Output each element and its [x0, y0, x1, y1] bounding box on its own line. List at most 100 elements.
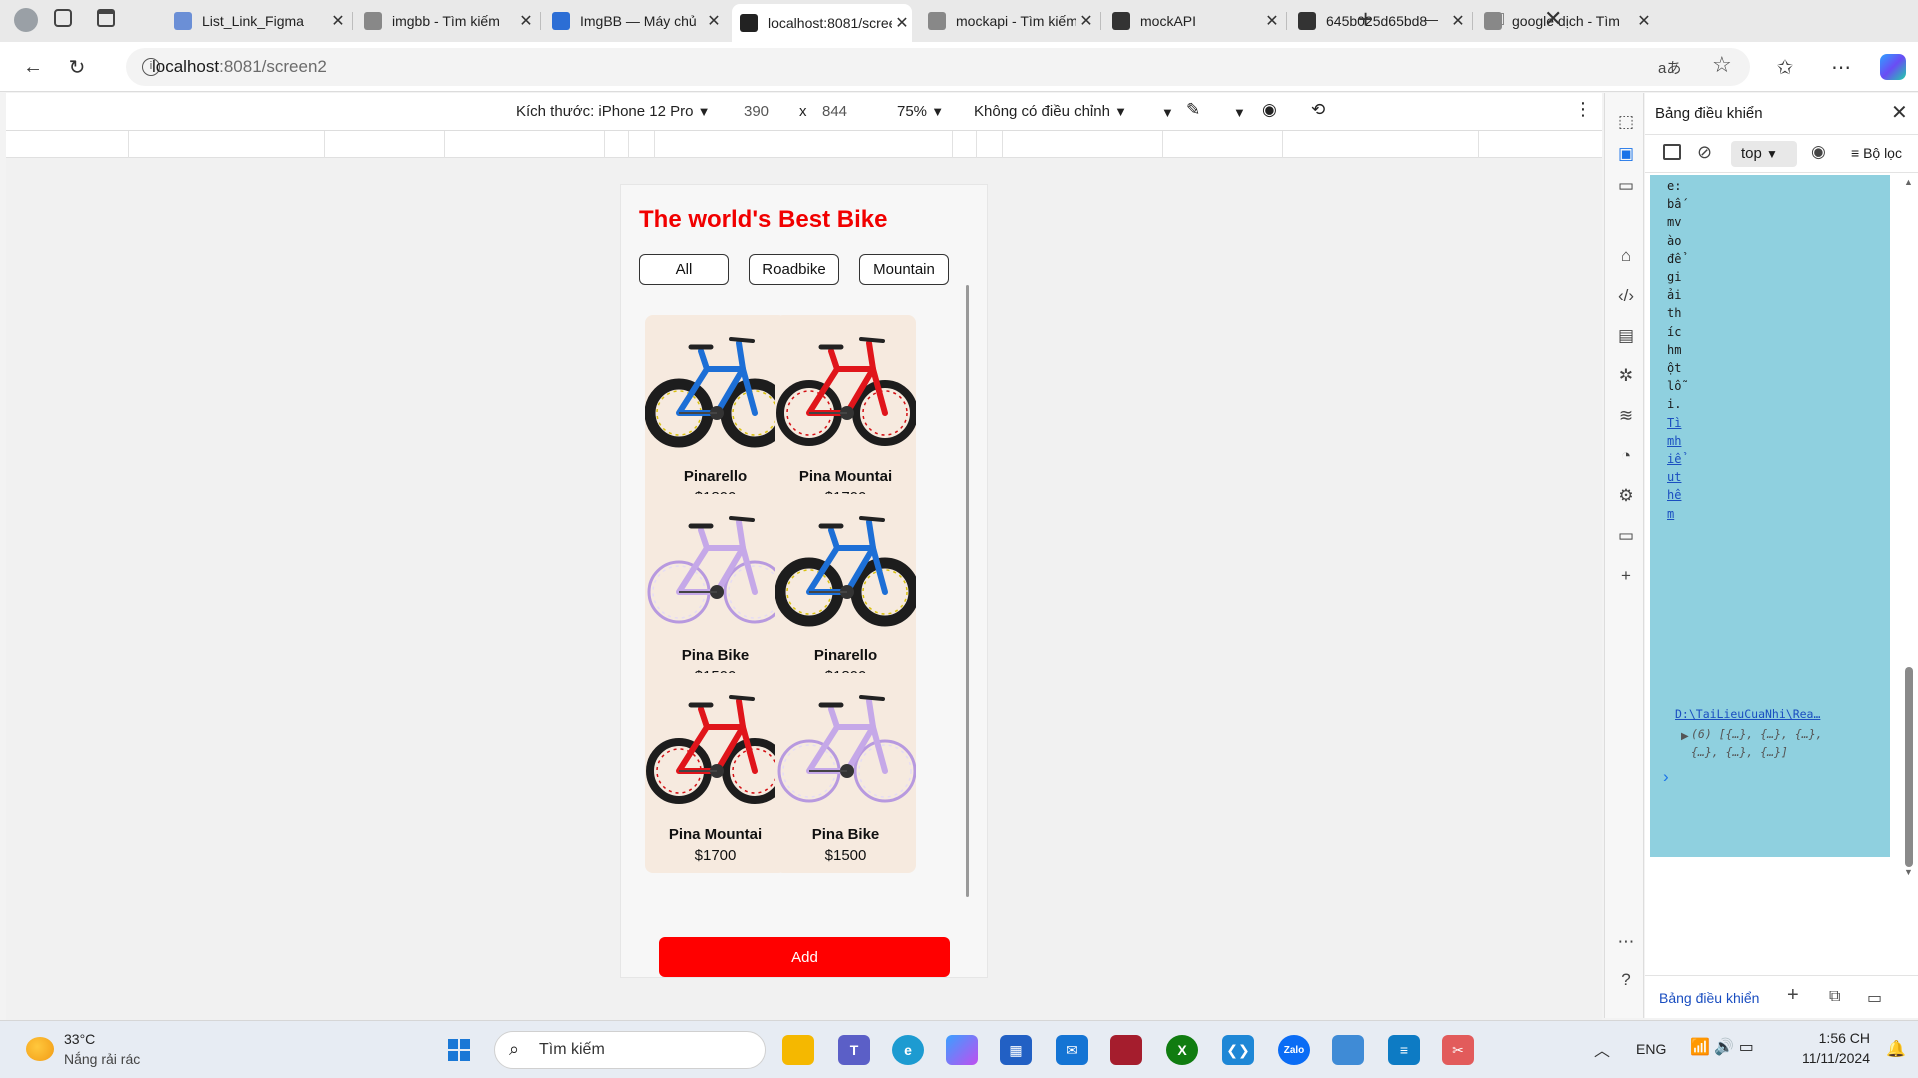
- vscode-icon[interactable]: ❮❯: [1222, 1035, 1254, 1065]
- chevron-up-icon[interactable]: ︿: [1594, 1037, 1610, 1061]
- photos-icon[interactable]: [1332, 1035, 1364, 1065]
- live-expression-eye-icon[interactable]: ◉: [1811, 142, 1826, 162]
- teams-icon[interactable]: T: [838, 1035, 870, 1065]
- url-text[interactable]: localhost:8081/screen2: [152, 57, 327, 77]
- network-wifi-icon[interactable]: ≋: [1615, 405, 1637, 427]
- file-explorer-icon[interactable]: [782, 1035, 814, 1065]
- eyedropper-icon[interactable]: ✎: [1186, 100, 1200, 120]
- product-card[interactable]: Pinarello$1800: [775, 494, 916, 694]
- device-dimensions-dropdown[interactable]: Kích thước: iPhone 12 Pro ▼: [516, 103, 711, 120]
- snipping-tool-icon[interactable]: ✂: [1442, 1035, 1474, 1065]
- close-tab-icon[interactable]: ✕: [892, 13, 912, 33]
- input-language[interactable]: ENG: [1636, 1041, 1666, 1057]
- close-tab-icon[interactable]: ✕: [1076, 11, 1096, 31]
- copilot-app-icon[interactable]: [946, 1035, 978, 1065]
- browser-tab[interactable]: mockapi - Tìm kiếm ✕: [920, 6, 1096, 36]
- device-height-input[interactable]: 844: [822, 103, 847, 120]
- memory-chip-icon[interactable]: ⚙: [1615, 485, 1637, 507]
- close-window-button[interactable]: ✕: [1544, 6, 1562, 32]
- close-tab-icon[interactable]: ✕: [516, 11, 536, 31]
- edge-icon[interactable]: e: [892, 1035, 924, 1065]
- performance-icon[interactable]: ◔: [1615, 445, 1637, 467]
- application-icon[interactable]: ▭: [1615, 525, 1637, 547]
- context-selector[interactable]: top ▼: [1731, 141, 1797, 167]
- store-icon[interactable]: ▦: [1000, 1035, 1032, 1065]
- product-card[interactable]: Pina Mountai$1700: [645, 673, 786, 873]
- zalo-icon[interactable]: Zalo: [1278, 1035, 1310, 1065]
- vision-eye-icon[interactable]: ◉: [1262, 100, 1277, 120]
- sources-bug-icon[interactable]: ✲: [1615, 365, 1637, 387]
- taskbar-search-box[interactable]: ⌕ Tìm kiếm: [494, 1031, 766, 1069]
- product-card[interactable]: Pina Bike$1500: [645, 494, 786, 694]
- clear-console-icon[interactable]: ⊘: [1697, 142, 1712, 163]
- console-icon[interactable]: ▤: [1615, 325, 1637, 347]
- new-tab-button[interactable]: +: [1358, 4, 1373, 35]
- rotate-device-icon[interactable]: ⟲: [1311, 100, 1325, 120]
- console-prompt-icon[interactable]: ›: [1663, 767, 1669, 787]
- add-tool-icon[interactable]: +: [1615, 565, 1637, 587]
- browser-tab[interactable]: imgbb - Tìm kiếm ✕: [356, 6, 536, 36]
- more-tools-icon[interactable]: ⋯: [1615, 931, 1637, 953]
- learn-more-link[interactable]: Tìmhiểuthêm: [1667, 416, 1681, 521]
- favorite-star-icon[interactable]: ☆: [1712, 52, 1732, 78]
- throttle-dropdown[interactable]: Không có điều chỉnh ▼: [974, 103, 1127, 120]
- browser-tab[interactable]: localhost:8081/screen2✕: [732, 4, 912, 42]
- chevron-down-icon[interactable]: ▼: [1233, 105, 1246, 120]
- clock-time[interactable]: 1:56 CH: [1794, 1030, 1870, 1046]
- close-tab-icon[interactable]: ✕: [704, 11, 724, 31]
- device-emulation-icon[interactable]: ▣: [1615, 143, 1637, 165]
- browser-tab[interactable]: 645b025d65bd8 ✕: [1290, 6, 1468, 36]
- help-icon[interactable]: ?: [1615, 969, 1637, 991]
- drawer-tab-console[interactable]: Bảng điều khiển: [1659, 990, 1759, 1006]
- browser-window-icon[interactable]: ▭: [1615, 175, 1637, 197]
- inspect-icon[interactable]: ⬚: [1615, 111, 1637, 133]
- app-red-icon[interactable]: [1110, 1035, 1142, 1065]
- collapse-drawer-icon[interactable]: ▭: [1867, 988, 1882, 1008]
- elements-code-icon[interactable]: ‹/›: [1615, 285, 1637, 307]
- copilot-icon[interactable]: [1880, 54, 1906, 80]
- product-list-scrollbar[interactable]: [966, 285, 969, 897]
- back-arrow-icon[interactable]: ←: [18, 52, 48, 82]
- notification-bell-icon[interactable]: 🔔: [1886, 1039, 1906, 1059]
- weather-temperature[interactable]: 33°C: [64, 1031, 95, 1047]
- browser-tab[interactable]: List_Link_Figma ✕: [166, 6, 348, 36]
- chevron-down-icon[interactable]: ▼: [1161, 105, 1174, 120]
- system-tray-icons[interactable]: 📶 🔊 ▭: [1690, 1037, 1754, 1057]
- zoom-dropdown[interactable]: 75% ▼: [897, 103, 944, 120]
- product-card[interactable]: Pinarello$1800: [645, 315, 786, 515]
- product-card[interactable]: Pina Bike$1500: [775, 673, 916, 873]
- close-tab-icon[interactable]: ✕: [328, 11, 348, 31]
- start-windows-icon[interactable]: [448, 1039, 470, 1061]
- minimize-button[interactable]: [1424, 20, 1438, 21]
- vertical-tabs-icon[interactable]: [97, 9, 115, 27]
- filter-button[interactable]: ≡ Bộ lọc: [1851, 145, 1902, 161]
- add-button[interactable]: Add: [659, 937, 950, 977]
- dock-icon[interactable]: ⧉: [1829, 988, 1840, 1006]
- filter-mountain-button[interactable]: Mountain: [859, 254, 949, 285]
- xbox-icon[interactable]: X: [1166, 1035, 1198, 1065]
- close-icon[interactable]: ✕: [1891, 100, 1908, 125]
- restore-button[interactable]: [1492, 13, 1504, 25]
- favorites-icon[interactable]: ✩: [1770, 52, 1800, 82]
- console-scrollbar[interactable]: ▲ ▼: [1902, 175, 1916, 975]
- device-width-input[interactable]: 390: [744, 103, 769, 120]
- refresh-icon[interactable]: ↻: [62, 52, 92, 82]
- browser-tab[interactable]: ImgBB — Máy chủ ✕: [544, 6, 724, 36]
- profile-avatar[interactable]: [14, 8, 38, 32]
- console-log-line-1[interactable]: (6) [{…}, {…}, {…},: [1691, 727, 1823, 741]
- product-card[interactable]: Pina Mountai$1700: [775, 315, 916, 515]
- weather-description[interactable]: Nắng rải rác: [64, 1051, 140, 1067]
- filter-roadbike-button[interactable]: Roadbike: [749, 254, 839, 285]
- read-aloud-icon[interactable]: aあ: [1658, 57, 1681, 78]
- close-tab-icon[interactable]: ✕: [1634, 11, 1654, 31]
- more-options-icon[interactable]: ⋯: [1826, 52, 1856, 82]
- address-bar[interactable]: i localhost:8081/screen2 aあ ☆: [126, 48, 1750, 86]
- add-drawer-tab-icon[interactable]: +: [1787, 984, 1799, 1007]
- mail-icon[interactable]: ✉: [1056, 1035, 1088, 1065]
- sidebar-toggle-icon[interactable]: [1663, 144, 1681, 160]
- home-icon[interactable]: ⌂: [1615, 245, 1637, 267]
- browser-tab[interactable]: mockAPI ✕: [1104, 6, 1282, 36]
- workspaces-icon[interactable]: [54, 9, 72, 27]
- filter-all-button[interactable]: All: [639, 254, 729, 285]
- expand-triangle-icon[interactable]: ▶: [1681, 731, 1689, 742]
